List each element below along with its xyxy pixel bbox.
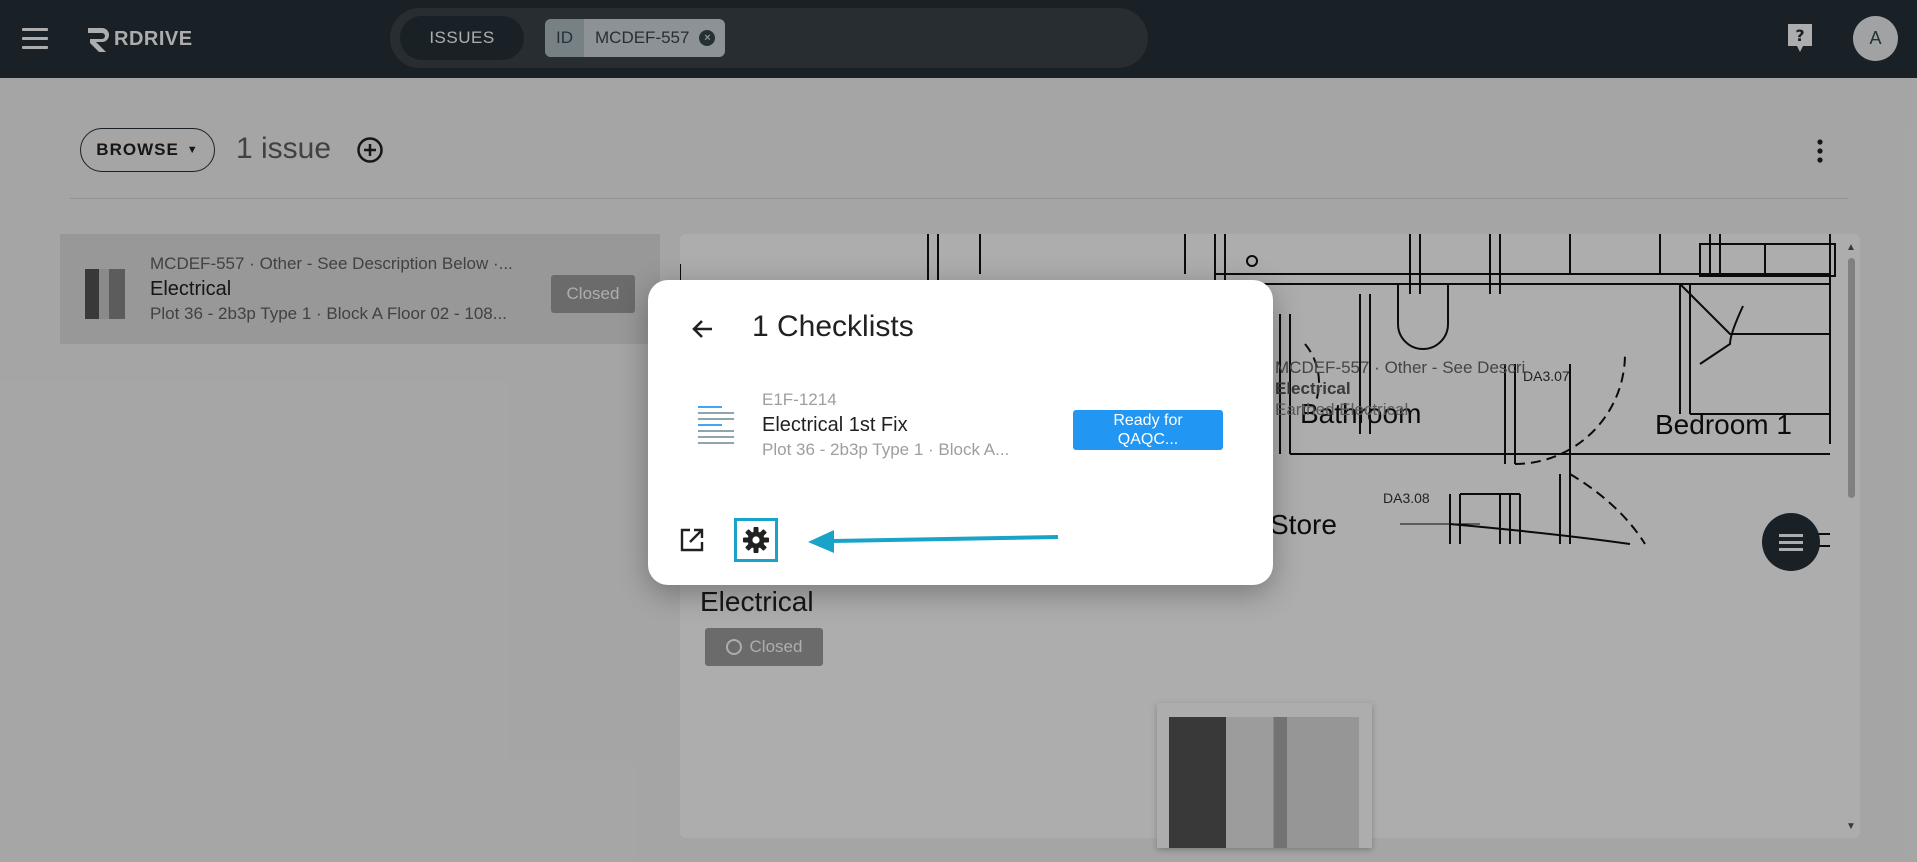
open-in-new-icon[interactable] (679, 527, 705, 553)
checklist-name: Electrical 1st Fix (762, 414, 908, 436)
settings-button[interactable] (734, 518, 778, 562)
status-line-1: Ready for (1113, 412, 1183, 429)
gear-icon (743, 527, 769, 553)
checklist-thumbnail (696, 402, 736, 452)
arrow-back-icon[interactable] (688, 314, 718, 344)
status-line-2: QAQC... (1117, 431, 1179, 448)
checklist-location: Plot 36 - 2b3p Type 1 · Block A... (762, 440, 1010, 459)
dialog-title: 1 Checklists (752, 310, 914, 343)
checklist-code: E1F-1214 (762, 390, 837, 409)
annotation-arrow (808, 530, 1059, 553)
checklist-status-badge: Ready for QAQC... (1073, 410, 1223, 450)
